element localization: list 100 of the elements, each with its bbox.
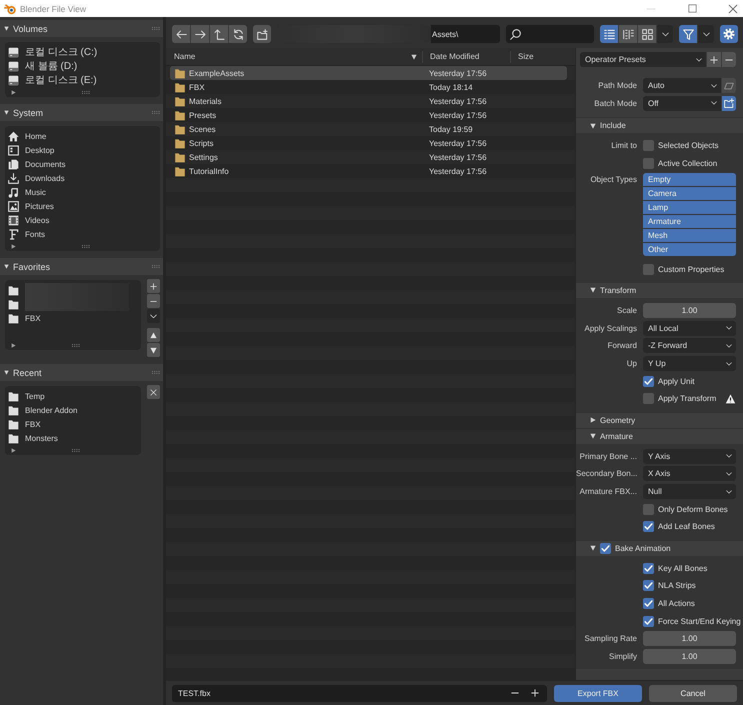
checkbox[interactable]	[643, 598, 654, 609]
toggle-option[interactable]: Other	[643, 243, 736, 256]
triangle-right-icon[interactable]	[11, 448, 16, 452]
menu-button[interactable]	[147, 309, 160, 323]
sidebar-item[interactable]: Monsters	[5, 431, 141, 445]
new-folder-button[interactable]	[253, 25, 271, 43]
remove-button[interactable]	[147, 294, 160, 308]
toggle-option[interactable]: Empty	[643, 173, 736, 186]
checkbox-label[interactable]: Add Leaf Bones	[658, 522, 715, 532]
checkbox[interactable]	[643, 140, 654, 152]
dropdown[interactable]: X Axis	[643, 466, 736, 482]
toggle-option[interactable]: Mesh	[643, 229, 736, 242]
number-field[interactable]: 1.00	[643, 631, 736, 646]
checkbox[interactable]	[643, 580, 654, 592]
forward-button[interactable]	[191, 25, 209, 43]
panel-header[interactable]: Bake Animation	[576, 540, 743, 556]
checkbox[interactable]	[643, 376, 654, 387]
checkbox[interactable]	[643, 393, 654, 404]
filter-menu-button[interactable]	[698, 25, 714, 43]
refresh-button[interactable]	[229, 25, 247, 43]
display-mode-button[interactable]	[638, 25, 656, 43]
sidebar-item[interactable]: 새 볼륨 (D:)	[5, 59, 160, 73]
panel-header[interactable]: Volumes	[0, 20, 163, 37]
sidebar-item[interactable]: Music	[5, 185, 160, 199]
path-field[interactable]: Assets\	[277, 25, 500, 43]
sidebar-item[interactable]: Downloads	[5, 171, 160, 185]
checkbox[interactable]	[643, 504, 654, 515]
presets-dropdown[interactable]: Operator Presets	[580, 52, 706, 67]
toggle-option[interactable]: Lamp	[643, 201, 736, 214]
move-up-button[interactable]	[147, 328, 160, 342]
dropdown[interactable]: -Z Forward	[643, 338, 736, 354]
checkbox-label[interactable]: Apply Unit	[658, 376, 694, 386]
filter-button[interactable]	[679, 25, 697, 43]
panel-header[interactable]: Geometry	[576, 412, 743, 428]
sidebar-item[interactable]: Desktop	[5, 143, 160, 157]
sidebar-item[interactable]: Pictures	[5, 199, 160, 213]
sidebar-item[interactable]: FBX	[5, 311, 141, 325]
dropdown[interactable]: Y Axis	[643, 448, 736, 464]
column-header[interactable]: Date Modified	[423, 50, 511, 62]
back-button[interactable]	[172, 25, 190, 43]
move-down-button[interactable]	[147, 343, 160, 357]
sidebar-item[interactable]: Documents	[5, 157, 160, 171]
display-mode-button[interactable]	[619, 25, 637, 43]
dropdown[interactable]: All Local	[643, 320, 736, 336]
secondary-button[interactable]: Cancel	[649, 684, 737, 702]
file-row[interactable]: Presets Yesterday 17:56	[170, 108, 567, 122]
add-preset-button[interactable]	[707, 52, 721, 67]
panel-header[interactable]: Recent	[0, 364, 163, 381]
panel-header[interactable]: System	[0, 104, 163, 121]
dropdown[interactable]: Off	[643, 96, 721, 111]
file-row[interactable]: TutorialInfo Yesterday 17:56	[170, 164, 567, 178]
remove-preset-button[interactable]	[722, 52, 736, 67]
checkbox-label[interactable]: Apply Transform	[658, 394, 716, 404]
plus-icon[interactable]	[531, 689, 539, 697]
sidebar-item[interactable]: Temp	[5, 389, 141, 403]
sidebar-item[interactable]: FBX	[5, 417, 141, 431]
sidebar-item[interactable]: 로컬 디스크 (C:)	[5, 45, 160, 59]
dropdown[interactable]: Null	[643, 484, 736, 500]
checkbox-label[interactable]: NLA Strips	[658, 581, 696, 590]
display-mode-button[interactable]	[600, 25, 618, 43]
checkbox-label[interactable]: All Actions	[658, 598, 695, 608]
checkbox-label[interactable]: Only Deform Bones	[658, 504, 728, 514]
parent-folder-button[interactable]	[210, 25, 228, 43]
checkbox-label[interactable]: Custom Properties	[658, 264, 724, 274]
triangle-right-icon[interactable]	[11, 244, 16, 248]
sidebar-item[interactable]: 로컬 디스크 (E:)	[5, 73, 160, 87]
checkbox[interactable]	[643, 158, 654, 170]
file-row[interactable]: ExampleAssets Yesterday 17:56	[170, 66, 567, 80]
triangle-right-icon[interactable]	[11, 90, 16, 94]
file-row[interactable]: Settings Yesterday 17:56	[170, 150, 567, 164]
checkbox-label[interactable]: Selected Objects	[658, 141, 718, 150]
dropdown[interactable]: Y Up	[643, 356, 736, 372]
checkbox[interactable]	[643, 616, 654, 627]
toggle-option[interactable]: Armature	[643, 215, 736, 228]
column-header[interactable]: Size	[511, 50, 575, 62]
settings-button[interactable]	[720, 25, 738, 43]
checkbox[interactable]	[643, 521, 654, 532]
file-row[interactable]: Scenes Today 19:59	[170, 122, 567, 136]
primary-button[interactable]: Export FBX	[554, 684, 642, 702]
number-field[interactable]: 1.00	[643, 648, 736, 664]
panel-header[interactable]: Favorites	[0, 258, 163, 275]
search-field[interactable]	[506, 25, 594, 43]
sidebar-item[interactable]: Home	[5, 129, 160, 143]
file-row[interactable]: Materials Yesterday 17:56	[170, 94, 567, 108]
file-row[interactable]: Scripts Yesterday 17:56	[170, 136, 567, 150]
add-button[interactable]	[147, 279, 160, 293]
sidebar-item[interactable]: Blender Addon	[5, 403, 141, 417]
toggle-option[interactable]: Camera	[643, 187, 736, 200]
toggle-button[interactable]	[722, 78, 736, 94]
dropdown[interactable]: Auto	[643, 78, 721, 94]
file-row[interactable]: FBX Today 18:14	[170, 80, 567, 94]
column-header[interactable]: Name	[166, 50, 423, 62]
checkbox-label[interactable]: Key All Bones	[658, 564, 708, 573]
clear-button[interactable]	[147, 385, 160, 399]
triangle-right-icon[interactable]	[11, 342, 16, 348]
filename-field[interactable]: TEST.fbx	[172, 684, 547, 702]
sidebar-item[interactable]: Videos	[5, 213, 160, 227]
checkbox[interactable]	[643, 562, 654, 574]
number-field[interactable]: 1.00	[643, 303, 736, 318]
sidebar-item[interactable]: Fonts	[5, 227, 160, 241]
